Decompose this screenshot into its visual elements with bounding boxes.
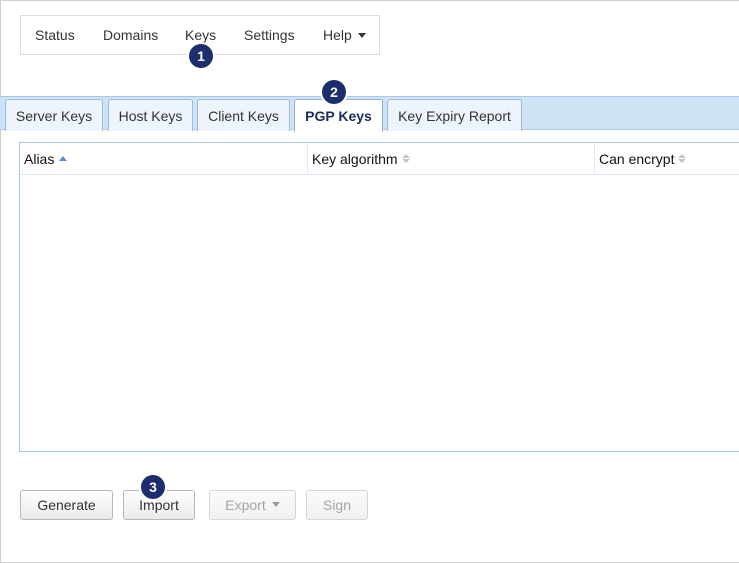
- sort-icon: [401, 154, 410, 163]
- tab-host-keys[interactable]: Host Keys: [108, 99, 193, 131]
- sign-button[interactable]: Sign: [306, 490, 368, 520]
- chevron-down-icon: [271, 501, 280, 507]
- tab-key-expiry-report[interactable]: Key Expiry Report: [387, 99, 522, 131]
- tab-server-keys[interactable]: Server Keys: [5, 99, 103, 131]
- pgp-keys-table: Alias Key algorithm Can encrypt: [19, 142, 739, 452]
- sort-icon: [678, 154, 687, 163]
- sort-ascending-icon: [59, 156, 68, 161]
- column-header-alias[interactable]: Alias: [20, 143, 308, 174]
- tab-bar: Server Keys Host Keys Client Keys PGP Ke…: [0, 96, 739, 132]
- column-header-key-algorithm[interactable]: Key algorithm: [308, 143, 595, 174]
- export-label: Export: [225, 497, 266, 513]
- callout-3: 3: [141, 475, 165, 499]
- nav-keys[interactable]: Keys: [185, 27, 216, 43]
- nav-status[interactable]: Status: [35, 27, 75, 43]
- nav-settings[interactable]: Settings: [244, 27, 295, 43]
- tab-pgp-keys[interactable]: PGP Keys: [294, 99, 383, 132]
- generate-button[interactable]: Generate: [20, 490, 113, 520]
- chevron-down-icon: [357, 32, 366, 38]
- callout-1: 1: [189, 44, 213, 68]
- table-body: [20, 175, 739, 451]
- column-header-can-encrypt[interactable]: Can encrypt: [595, 143, 739, 174]
- export-button[interactable]: Export: [209, 490, 296, 520]
- column-label-can-encrypt: Can encrypt: [599, 150, 675, 167]
- nav-help-label: Help: [323, 27, 352, 43]
- tab-client-keys[interactable]: Client Keys: [197, 99, 290, 131]
- column-label-alias: Alias: [24, 150, 55, 167]
- column-label-key-algorithm: Key algorithm: [312, 150, 398, 167]
- nav-domains[interactable]: Domains: [103, 27, 158, 43]
- callout-2: 2: [322, 80, 346, 104]
- nav-help[interactable]: Help: [323, 27, 366, 43]
- table-header: Alias Key algorithm Can encrypt: [20, 143, 739, 175]
